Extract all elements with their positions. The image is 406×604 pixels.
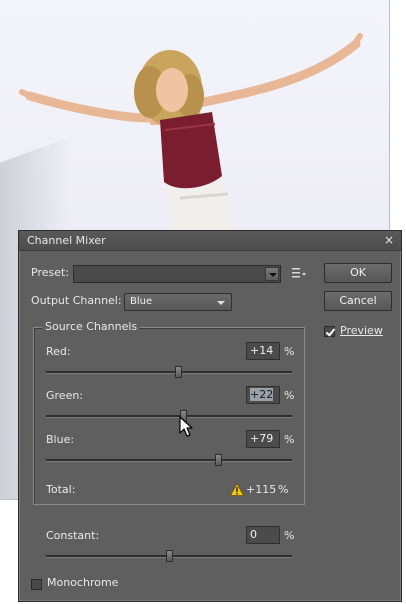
blue-slider-thumb[interactable] — [214, 454, 222, 466]
total-value: +115 — [246, 483, 277, 496]
constant-value: 0 — [250, 528, 257, 541]
close-icon[interactable]: × — [382, 233, 396, 247]
monochrome-checkbox[interactable] — [31, 579, 42, 590]
constant-label: Constant: — [46, 529, 100, 542]
constant-slider-thumb[interactable] — [166, 550, 173, 562]
red-slider-thumb[interactable] — [174, 366, 182, 378]
green-percent: % — [284, 389, 295, 402]
preset-label: Preset: — [31, 266, 70, 279]
chevron-down-icon[interactable] — [265, 267, 279, 281]
constant-value-field[interactable]: 0 — [246, 526, 280, 544]
source-channels-group: Source Channels Red: +14 % Green: +22 % … — [33, 320, 305, 505]
red-label: Red: — [46, 345, 71, 358]
output-channel-value: Blue — [130, 296, 153, 307]
dialog-titlebar[interactable]: Channel Mixer × — [19, 231, 401, 251]
green-value-field[interactable]: +22 — [246, 386, 280, 404]
warning-icon — [230, 483, 244, 496]
green-label: Green: — [46, 389, 84, 402]
blue-label: Blue: — [46, 433, 75, 446]
cancel-button[interactable]: Cancel — [324, 291, 392, 311]
total-label: Total: — [46, 483, 76, 496]
green-slider-track[interactable] — [46, 410, 292, 422]
preview-checkbox[interactable] — [324, 326, 335, 337]
preset-dropdown[interactable] — [73, 265, 281, 283]
preview-label[interactable]: Preview — [340, 324, 383, 337]
chevron-down-icon — [217, 301, 225, 305]
channel-mixer-dialog: Channel Mixer × Preset: Output Channel: … — [18, 230, 402, 602]
blue-value-field[interactable]: +79 — [246, 430, 280, 448]
green-value: +22 — [250, 388, 274, 401]
monochrome-label[interactable]: Monochrome — [47, 576, 118, 589]
constant-slider-track[interactable] — [46, 550, 292, 562]
red-value: +14 — [250, 344, 274, 357]
dialog-title: Channel Mixer — [27, 234, 106, 247]
output-channel-select[interactable]: Blue — [124, 293, 232, 311]
ok-button[interactable]: OK — [324, 263, 392, 283]
source-channels-title: Source Channels — [42, 320, 141, 333]
preview-label-text: Preview — [340, 324, 383, 337]
blue-slider-track[interactable] — [46, 454, 292, 466]
blue-percent: % — [284, 433, 295, 446]
constant-percent: % — [284, 529, 295, 542]
red-slider-track[interactable] — [46, 366, 292, 378]
total-percent: % — [278, 483, 289, 496]
green-slider-thumb[interactable] — [179, 410, 187, 422]
menu-icon[interactable] — [292, 267, 306, 279]
red-percent: % — [284, 345, 295, 358]
red-value-field[interactable]: +14 — [246, 342, 280, 360]
blue-value: +79 — [250, 432, 274, 445]
output-channel-label: Output Channel: — [31, 294, 122, 307]
